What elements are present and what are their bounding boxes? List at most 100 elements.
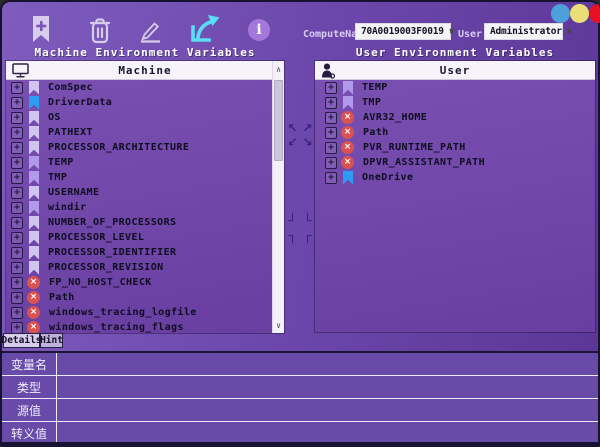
tab-hint[interactable]: Hint: [40, 333, 63, 348]
compute-name-select[interactable]: 70A0019003F0019 ∨: [355, 23, 451, 40]
trash-icon: [87, 17, 113, 44]
info-button[interactable]: i: [248, 19, 270, 41]
edit-icon: [137, 19, 164, 43]
expand-plus-icon[interactable]: +: [11, 247, 23, 259]
expand-plus-icon[interactable]: +: [11, 232, 23, 244]
variable-row[interactable]: + Path: [315, 125, 595, 140]
variable-row[interactable]: + AVR32_HOME: [315, 110, 595, 125]
variable-name: Path: [49, 292, 75, 303]
expand-plus-icon[interactable]: +: [11, 322, 23, 334]
variable-row[interactable]: + Path: [6, 290, 272, 305]
scroll-down-icon[interactable]: ∨: [273, 318, 284, 332]
bookmark-light-icon: [29, 141, 39, 155]
variable-row[interactable]: + DriverData: [6, 95, 272, 110]
expand-plus-icon[interactable]: +: [11, 292, 23, 304]
expand-plus-icon[interactable]: +: [325, 157, 337, 169]
table-row-label: 变量名: [2, 353, 57, 375]
window-control-blue[interactable]: [551, 4, 570, 23]
table-row-value: [57, 353, 598, 375]
expand-plus-icon[interactable]: +: [11, 127, 23, 139]
variable-row[interactable]: + NUMBER_OF_PROCESSORS: [6, 215, 272, 230]
bookmark-purple-icon: [343, 81, 353, 95]
variable-row[interactable]: + FP_NO_HOST_CHECK: [6, 275, 272, 290]
variable-row[interactable]: + TMP: [315, 95, 595, 110]
window-control-yellow[interactable]: [570, 4, 589, 23]
delete-button[interactable]: [86, 16, 113, 44]
machine-list-scrollbar[interactable]: ∧ ∨: [272, 61, 284, 333]
variable-row[interactable]: + PVR_RUNTIME_PATH: [315, 140, 595, 155]
tab-details-label: Details: [1, 335, 41, 346]
bookmark-light-icon: [29, 81, 39, 95]
scrollbar-thumb[interactable]: [274, 80, 283, 161]
expand-plus-icon[interactable]: +: [325, 82, 337, 94]
bookmark-add-button[interactable]: [30, 15, 52, 43]
variable-row[interactable]: + DPVR_ASSISTANT_PATH: [315, 155, 595, 170]
edit-button[interactable]: [136, 18, 164, 43]
variable-name: USERNAME: [48, 187, 99, 198]
machine-variable-list: + ComSpec + DriverData + OS: [6, 80, 272, 333]
machine-section-title: Machine Environment Variables: [5, 46, 285, 58]
expand-plus-icon[interactable]: +: [11, 277, 23, 289]
user-panel-header: User: [315, 61, 595, 80]
window-control-red[interactable]: [589, 4, 600, 23]
window-background: i ComputeName 70A0019003F0019 ∨ User Adm…: [2, 2, 598, 442]
expand-plus-icon[interactable]: +: [11, 217, 23, 229]
variable-row[interactable]: + TMP: [6, 170, 272, 185]
scroll-up-icon[interactable]: ∧: [273, 62, 284, 76]
expand-plus-icon[interactable]: +: [11, 97, 23, 109]
error-icon: [341, 141, 354, 154]
variable-name: PVR_RUNTIME_PATH: [363, 142, 466, 153]
collapse-corners-icon[interactable]: ┘└┐┌: [285, 214, 315, 244]
variable-name: TEMP: [48, 157, 74, 168]
variable-row[interactable]: + windir: [6, 200, 272, 215]
table-row: 变量名: [2, 353, 598, 376]
expand-plus-icon[interactable]: +: [11, 307, 23, 319]
variable-row[interactable]: + ComSpec: [6, 80, 272, 95]
variable-row[interactable]: + PROCESSOR_ARCHITECTURE: [6, 140, 272, 155]
variable-row[interactable]: + USERNAME: [6, 185, 272, 200]
expand-plus-icon[interactable]: +: [11, 262, 23, 274]
expand-plus-icon[interactable]: +: [325, 127, 337, 139]
variable-row[interactable]: + PROCESSOR_IDENTIFIER: [6, 245, 272, 260]
expand-arrows-icon[interactable]: ↖↗↙↘: [285, 121, 315, 149]
user-variable-list: + TEMP + TMP + AVR32_HOME: [315, 80, 595, 332]
expand-plus-icon[interactable]: +: [11, 142, 23, 154]
expand-plus-icon[interactable]: +: [11, 187, 23, 199]
variable-row[interactable]: + windows_tracing_logfile: [6, 305, 272, 320]
variable-row[interactable]: + TEMP: [6, 155, 272, 170]
bookmark-purple-icon: [29, 171, 39, 185]
tab-details[interactable]: Details: [3, 333, 40, 348]
expand-plus-icon[interactable]: +: [11, 82, 23, 94]
info-icon: i: [256, 22, 261, 38]
expand-plus-icon[interactable]: +: [11, 172, 23, 184]
export-button[interactable]: [187, 12, 221, 44]
expand-plus-icon[interactable]: +: [325, 97, 337, 109]
variable-row[interactable]: + OneDrive: [315, 170, 595, 185]
variable-name: NUMBER_OF_PROCESSORS: [48, 217, 176, 228]
variable-name: TMP: [48, 172, 67, 183]
bookmark-light-icon: [29, 111, 39, 125]
variable-row[interactable]: + TEMP: [315, 80, 595, 95]
variable-name: PATHEXT: [48, 127, 93, 138]
expand-plus-icon[interactable]: +: [11, 202, 23, 214]
error-icon: [341, 111, 354, 124]
expand-plus-icon[interactable]: +: [325, 112, 337, 124]
details-table: 变量名 类型 源值 转义值: [2, 351, 598, 443]
chevron-down-icon: ∨: [562, 27, 572, 37]
variable-row[interactable]: + PATHEXT: [6, 125, 272, 140]
expand-plus-icon[interactable]: +: [11, 112, 23, 124]
error-icon: [341, 156, 354, 169]
bookmark-light-icon: [29, 231, 39, 245]
table-row-label: 源值: [2, 399, 57, 421]
bookmark-light-icon: [29, 126, 39, 140]
variable-row[interactable]: + PROCESSOR_REVISION: [6, 260, 272, 275]
expand-plus-icon[interactable]: +: [325, 142, 337, 154]
variable-name: PROCESSOR_ARCHITECTURE: [48, 142, 189, 153]
expand-plus-icon[interactable]: +: [325, 172, 337, 184]
variable-row[interactable]: + PROCESSOR_LEVEL: [6, 230, 272, 245]
table-row-label: 类型: [2, 376, 57, 398]
user-select[interactable]: Administrator ∨: [484, 23, 563, 40]
expand-plus-icon[interactable]: +: [11, 157, 23, 169]
variable-row[interactable]: + windows_tracing_flags: [6, 320, 272, 333]
variable-row[interactable]: + OS: [6, 110, 272, 125]
